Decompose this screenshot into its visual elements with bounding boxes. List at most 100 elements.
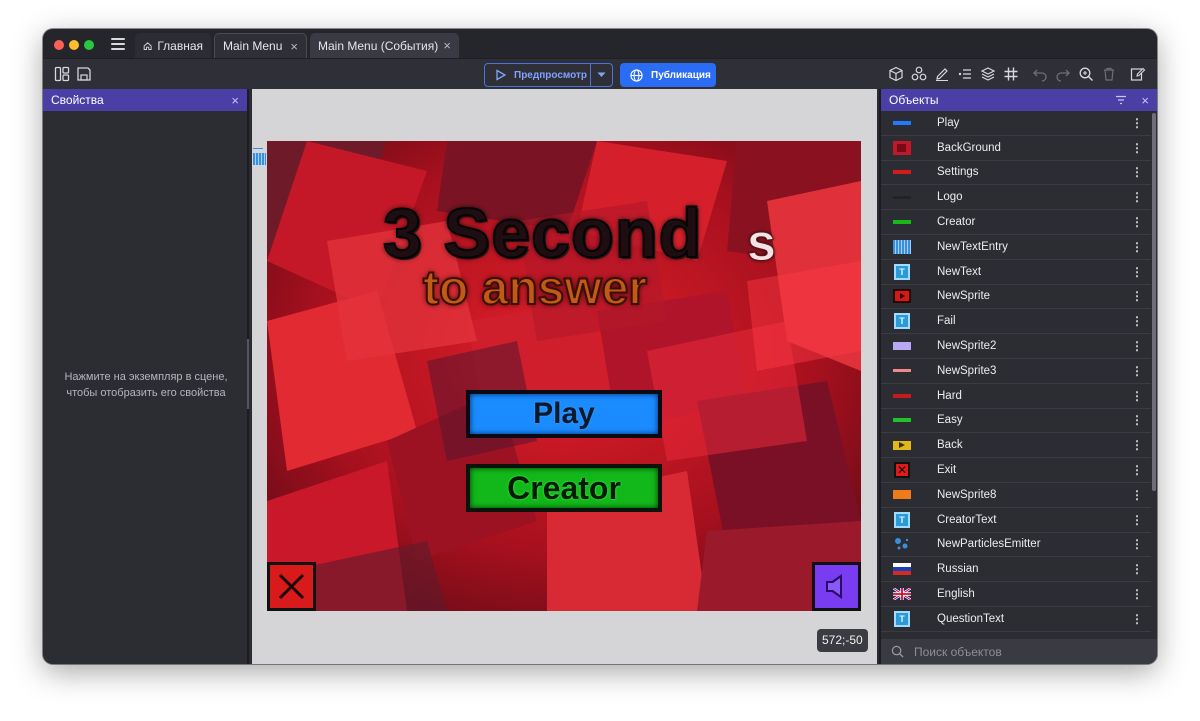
more-options-icon[interactable]: ⋮ <box>1131 364 1143 378</box>
more-options-icon[interactable]: ⋮ <box>1131 463 1143 477</box>
object-thumbnail <box>893 289 911 304</box>
list-item[interactable]: Settings ⋮ <box>881 161 1151 186</box>
list-item-label: QuestionText <box>937 612 1005 625</box>
more-options-icon[interactable]: ⋮ <box>1131 612 1143 626</box>
list-item[interactable]: NewSprite8 ⋮ <box>881 483 1151 508</box>
objects-scrollbar[interactable] <box>1151 111 1157 638</box>
window-zoom-dot[interactable] <box>84 40 94 50</box>
list-item-label: Exit <box>937 464 957 477</box>
layout-icon[interactable] <box>54 66 70 82</box>
close-icon[interactable]: × <box>1141 93 1149 108</box>
list-item[interactable]: Hard ⋮ <box>881 384 1151 409</box>
list-item-label: Fail <box>937 315 956 328</box>
more-options-icon[interactable]: ⋮ <box>1131 215 1143 229</box>
more-options-icon[interactable]: ⋮ <box>1131 240 1143 254</box>
globe-icon <box>630 68 643 82</box>
more-options-icon[interactable]: ⋮ <box>1131 116 1143 130</box>
filter-icon[interactable] <box>1115 95 1127 105</box>
preview-dropdown[interactable] <box>590 64 612 86</box>
list-item[interactable]: T QuestionText ⋮ <box>881 607 1151 632</box>
list-item[interactable]: Russian ⋮ <box>881 557 1151 583</box>
list-item[interactable]: BackGround ⋮ <box>881 136 1151 161</box>
more-options-icon[interactable]: ⋮ <box>1131 537 1143 551</box>
more-options-icon[interactable]: ⋮ <box>1131 413 1143 427</box>
list-item-label: NewSprite <box>937 290 991 303</box>
list-item[interactable]: T NewText ⋮ <box>881 260 1151 285</box>
object-thumbnail <box>893 489 911 499</box>
publish-button[interactable]: Публикация <box>620 63 716 87</box>
list-item[interactable]: T CreatorText ⋮ <box>881 508 1151 533</box>
list-item[interactable]: NewSprite3 ⋮ <box>881 359 1151 384</box>
more-options-icon[interactable]: ⋮ <box>1131 141 1143 155</box>
list-item-label: Logo <box>937 191 963 204</box>
more-options-icon[interactable]: ⋮ <box>1131 289 1143 303</box>
window-close-dot[interactable] <box>54 40 64 50</box>
close-icon[interactable]: × <box>443 38 451 53</box>
text-object-icon: T <box>894 610 910 627</box>
object-thumbnail <box>893 215 911 229</box>
scene-canvas[interactable]: 3 Second s to answer Play Creator <box>267 141 861 611</box>
menu-icon[interactable] <box>111 38 125 50</box>
creator-button-label: Creator <box>507 469 621 506</box>
undo-icon[interactable] <box>1032 66 1048 82</box>
object-thumbnail <box>893 413 911 427</box>
more-options-icon[interactable]: ⋮ <box>1131 513 1143 527</box>
tab-home[interactable]: Главная <box>135 33 211 58</box>
list-item[interactable]: NewTextEntry ⋮ <box>881 235 1151 260</box>
edit-scene-icon[interactable] <box>1130 66 1146 82</box>
list-item[interactable]: NewSprite ⋮ <box>881 285 1151 310</box>
objects-group-icon[interactable] <box>911 66 927 82</box>
list-item[interactable]: Creator ⋮ <box>881 210 1151 235</box>
back-sound-button[interactable] <box>812 562 861 611</box>
list-item[interactable]: Play ⋮ <box>881 111 1151 136</box>
search-input[interactable] <box>914 644 1134 659</box>
more-options-icon[interactable]: ⋮ <box>1131 389 1143 403</box>
list-item[interactable]: NewSprite2 ⋮ <box>881 334 1151 359</box>
close-icon[interactable]: × <box>231 93 239 108</box>
logo-sprite[interactable]: 3 Second s to answer <box>377 193 787 328</box>
exit-button[interactable] <box>267 562 316 611</box>
play-button[interactable]: Play <box>466 390 662 438</box>
trash-icon[interactable] <box>1101 66 1117 82</box>
list-item[interactable]: NewParticlesEmitter ⋮ <box>881 533 1151 558</box>
scene-editor[interactable]: 3 Second s to answer Play Creator 572;-5… <box>252 89 877 664</box>
list-icon[interactable] <box>957 66 973 82</box>
list-item[interactable]: Easy ⋮ <box>881 409 1151 434</box>
grid-icon[interactable] <box>1003 66 1019 82</box>
more-options-icon[interactable]: ⋮ <box>1131 190 1143 204</box>
more-options-icon[interactable]: ⋮ <box>1131 314 1143 328</box>
list-item[interactable]: Back ⋮ <box>881 433 1151 459</box>
creator-button[interactable]: Creator <box>466 464 662 512</box>
layers-icon[interactable] <box>980 66 996 82</box>
more-options-icon[interactable]: ⋮ <box>1131 438 1143 452</box>
panel-resize-handle[interactable] <box>247 339 249 409</box>
list-item-label: NewSprite3 <box>937 364 997 377</box>
text-object-icon: T <box>894 313 910 330</box>
preview-button[interactable]: Предпросмотр <box>484 63 613 87</box>
zoom-icon[interactable] <box>1078 66 1094 82</box>
list-item[interactable]: ✕ Exit ⋮ <box>881 458 1151 483</box>
objects-list: Play ⋮ BackGround ⋮ Settings ⋮ Logo ⋮ Cr… <box>881 111 1151 638</box>
objects-search <box>881 639 1157 664</box>
more-options-icon[interactable]: ⋮ <box>1131 165 1143 179</box>
tab-main-menu-events[interactable]: Main Menu (События) × <box>310 33 459 58</box>
list-item[interactable]: Logo ⋮ <box>881 185 1151 211</box>
more-options-icon[interactable]: ⋮ <box>1131 265 1143 279</box>
redo-icon[interactable] <box>1055 66 1071 82</box>
window-minimize-dot[interactable] <box>69 40 79 50</box>
more-options-icon[interactable]: ⋮ <box>1131 339 1143 353</box>
tab-main-menu[interactable]: Main Menu × <box>214 33 307 58</box>
more-options-icon[interactable]: ⋮ <box>1131 562 1143 576</box>
list-item[interactable]: T Fail ⋮ <box>881 309 1151 335</box>
more-options-icon[interactable]: ⋮ <box>1131 587 1143 601</box>
cube-icon[interactable] <box>888 66 904 82</box>
text-entry-marker[interactable] <box>253 144 266 166</box>
list-item[interactable]: English ⋮ <box>881 582 1151 607</box>
list-item-label: Russian <box>937 563 979 576</box>
objects-panel-title: Объекты <box>889 93 939 107</box>
close-icon[interactable]: × <box>290 39 298 54</box>
more-options-icon[interactable]: ⋮ <box>1131 488 1143 502</box>
object-thumbnail <box>893 239 911 254</box>
save-icon[interactable] <box>76 66 92 82</box>
edit-icon[interactable] <box>934 66 950 82</box>
